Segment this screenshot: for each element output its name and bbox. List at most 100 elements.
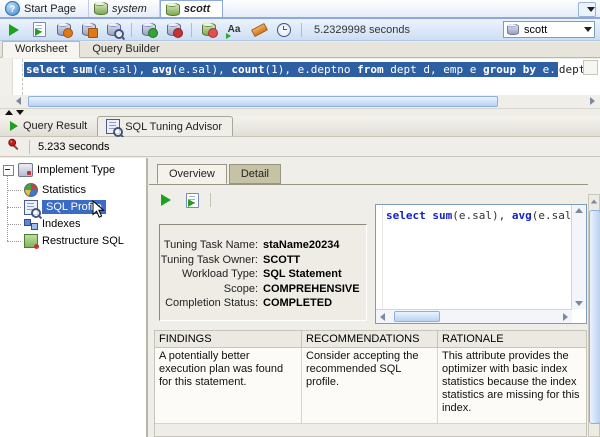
- tab-start-page[interactable]: ? Start Page: [0, 0, 89, 17]
- connection-select[interactable]: scott: [503, 21, 595, 38]
- tree-connector: [7, 190, 21, 191]
- sql-statement-line[interactable]: select sum(e.sal), avg(e.sal), count(1),…: [24, 62, 600, 77]
- scroll-up-icon[interactable]: [590, 199, 598, 204]
- tree-item-indexes[interactable]: Indexes: [24, 216, 81, 232]
- advisor-run-button[interactable]: [157, 192, 175, 208]
- tuning-advisor-panel: Overview Detail Tuning Task Name: staNam…: [149, 158, 600, 437]
- tab-scott[interactable]: scott: [159, 0, 224, 17]
- column-header-findings[interactable]: FINDINGS: [155, 331, 302, 347]
- info-label: Scope:: [223, 282, 258, 295]
- scroll-right-icon[interactable]: [563, 313, 568, 321]
- panel-splitter[interactable]: [0, 109, 600, 116]
- clear-button[interactable]: [250, 22, 268, 38]
- scroll-thumb[interactable]: [28, 96, 498, 107]
- info-row: Tuning Task Owner: SCOTT: [160, 253, 366, 268]
- tuning-task-info: Tuning Task Name: staName20234 Tuning Ta…: [159, 224, 367, 321]
- info-value: COMPLETED: [263, 297, 333, 309]
- tree-connector: [7, 224, 21, 225]
- sql-editor[interactable]: select sum(e.sal), avg(e.sal), count(1),…: [0, 59, 600, 95]
- tuning-advisor-button[interactable]: [105, 22, 124, 39]
- splitter-down-icon[interactable]: [16, 110, 24, 115]
- scroll-thumb[interactable]: [589, 210, 600, 424]
- preview-vertical-scrollbar[interactable]: [571, 205, 586, 309]
- chevron-down-icon: [584, 27, 592, 32]
- tree-item-statistics[interactable]: Statistics: [24, 182, 86, 198]
- toolbar-separator: [191, 22, 192, 37]
- implement-type-icon: [18, 163, 33, 177]
- commit-button[interactable]: [140, 22, 158, 38]
- column-header-recommendations[interactable]: RECOMMENDATIONS: [302, 331, 438, 347]
- info-label: Completion Status:: [165, 297, 258, 309]
- toolbar-separator: [301, 22, 302, 37]
- tab-underline: [149, 184, 588, 185]
- advisor-toolbar: 5.233 seconds: [0, 137, 600, 157]
- run-statement-icon: [9, 23, 19, 36]
- explain-plan-button[interactable]: [80, 22, 98, 38]
- tab-overflow-button[interactable]: [578, 2, 596, 17]
- clear-icon: [250, 22, 268, 37]
- advisor-script-button[interactable]: [183, 192, 201, 208]
- chevron-down-icon: [587, 7, 595, 12]
- worksheet-tab-bar: Worksheet Query Builder: [0, 41, 600, 58]
- overview-vertical-scrollbar[interactable]: [588, 194, 600, 437]
- tab-label: scott: [183, 3, 211, 15]
- sql-history-button[interactable]: [275, 22, 293, 38]
- tab-overview[interactable]: Overview: [157, 164, 227, 184]
- run-statement-button[interactable]: [5, 22, 23, 38]
- info-value: COMPREHENSIVE: [263, 282, 360, 295]
- preview-horizontal-scrollbar[interactable]: [376, 309, 572, 323]
- tab-query-builder[interactable]: Query Builder: [80, 42, 171, 57]
- toolbar-separator: [210, 193, 211, 207]
- tab-system[interactable]: system: [89, 0, 160, 17]
- new-worksheet-button[interactable]: [200, 22, 218, 38]
- cell-recommendations[interactable]: Consider accepting the recommended SQL p…: [302, 348, 438, 423]
- case-toggle-icon: Aa: [225, 23, 241, 39]
- scroll-right-icon[interactable]: [590, 97, 595, 105]
- tuning-advisor-tab-icon: [106, 119, 124, 137]
- column-header-rationale[interactable]: RATIONALE: [438, 331, 586, 347]
- tab-worksheet[interactable]: Worksheet: [2, 41, 81, 58]
- run-script-button[interactable]: [30, 22, 48, 38]
- indexes-icon: [24, 218, 38, 230]
- case-toggle-button[interactable]: Aa: [225, 22, 243, 39]
- tab-label: Query Result: [23, 120, 88, 132]
- table-header-row: FINDINGS RECOMMENDATIONS RATIONALE: [155, 331, 586, 348]
- autotrace-button[interactable]: [55, 22, 73, 38]
- tree-root-implement-type[interactable]: Implement Type: [3, 162, 115, 178]
- tree-item-restructure-sql[interactable]: Restructure SQL: [24, 233, 124, 249]
- pin-icon[interactable]: [7, 138, 21, 155]
- sql-worksheet-icon: [165, 2, 180, 16]
- cell-findings[interactable]: A potentially better execution plan was …: [155, 348, 302, 423]
- tab-sql-tuning-advisor[interactable]: SQL Tuning Advisor: [97, 116, 234, 137]
- tree-label: Indexes: [42, 218, 81, 230]
- rollback-button[interactable]: [165, 22, 183, 38]
- scroll-left-icon[interactable]: [380, 313, 385, 321]
- result-tab-bar: Query Result SQL Tuning Advisor: [0, 116, 600, 137]
- collapse-icon[interactable]: [3, 164, 14, 176]
- tuning-advisor-icon: [107, 23, 124, 39]
- scroll-down-icon[interactable]: [575, 301, 583, 306]
- tab-detail[interactable]: Detail: [228, 164, 281, 184]
- autotrace-icon: [57, 23, 73, 38]
- tab-query-result[interactable]: Query Result: [2, 116, 97, 136]
- editor-horizontal-scrollbar[interactable]: [0, 95, 600, 109]
- tree-label: Restructure SQL: [42, 235, 124, 247]
- info-value: SCOTT: [263, 253, 301, 266]
- tree-label: Implement Type: [37, 164, 116, 176]
- tree-label: Statistics: [42, 184, 87, 196]
- sql-developer-window: ? Start Page system scott Aa 5.2329998 s…: [0, 0, 600, 437]
- cell-rationale[interactable]: This attribute provides the optimizer wi…: [438, 348, 586, 423]
- preview-sql-text: select sum(e.sal), avg(e.sal: [386, 209, 570, 222]
- sql-preview-box: select sum(e.sal), avg(e.sal: [375, 204, 587, 324]
- info-row: Workload Type: SQL Statement: [160, 267, 366, 282]
- editor-scrollbar[interactable]: [583, 60, 598, 75]
- restructure-sql-icon: [24, 234, 39, 249]
- scroll-up-icon[interactable]: [575, 208, 583, 213]
- editor-gutter: [0, 59, 13, 95]
- scroll-thumb[interactable]: [394, 311, 440, 322]
- sql-selected-text: select sum(e.sal), avg(e.sal), count(1),…: [24, 62, 558, 77]
- splitter-up-icon[interactable]: [5, 110, 13, 115]
- scroll-left-icon[interactable]: [16, 97, 21, 105]
- new-sql-worksheet-icon: [202, 23, 218, 38]
- preview-gutter: [382, 205, 383, 323]
